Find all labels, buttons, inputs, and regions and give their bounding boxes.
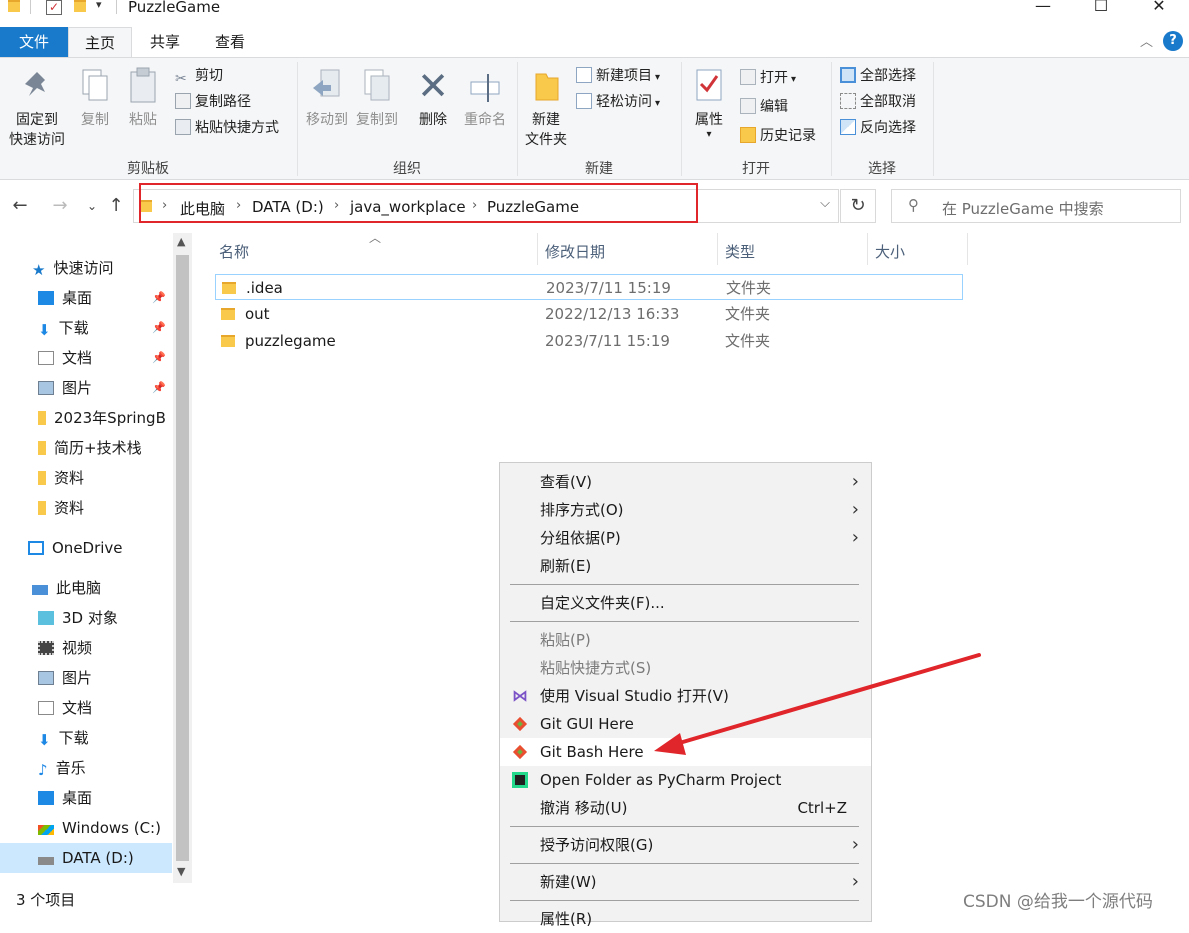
watermark: CSDN @给我一个源代码 bbox=[963, 892, 1153, 912]
annotation-arrow bbox=[654, 653, 981, 755]
